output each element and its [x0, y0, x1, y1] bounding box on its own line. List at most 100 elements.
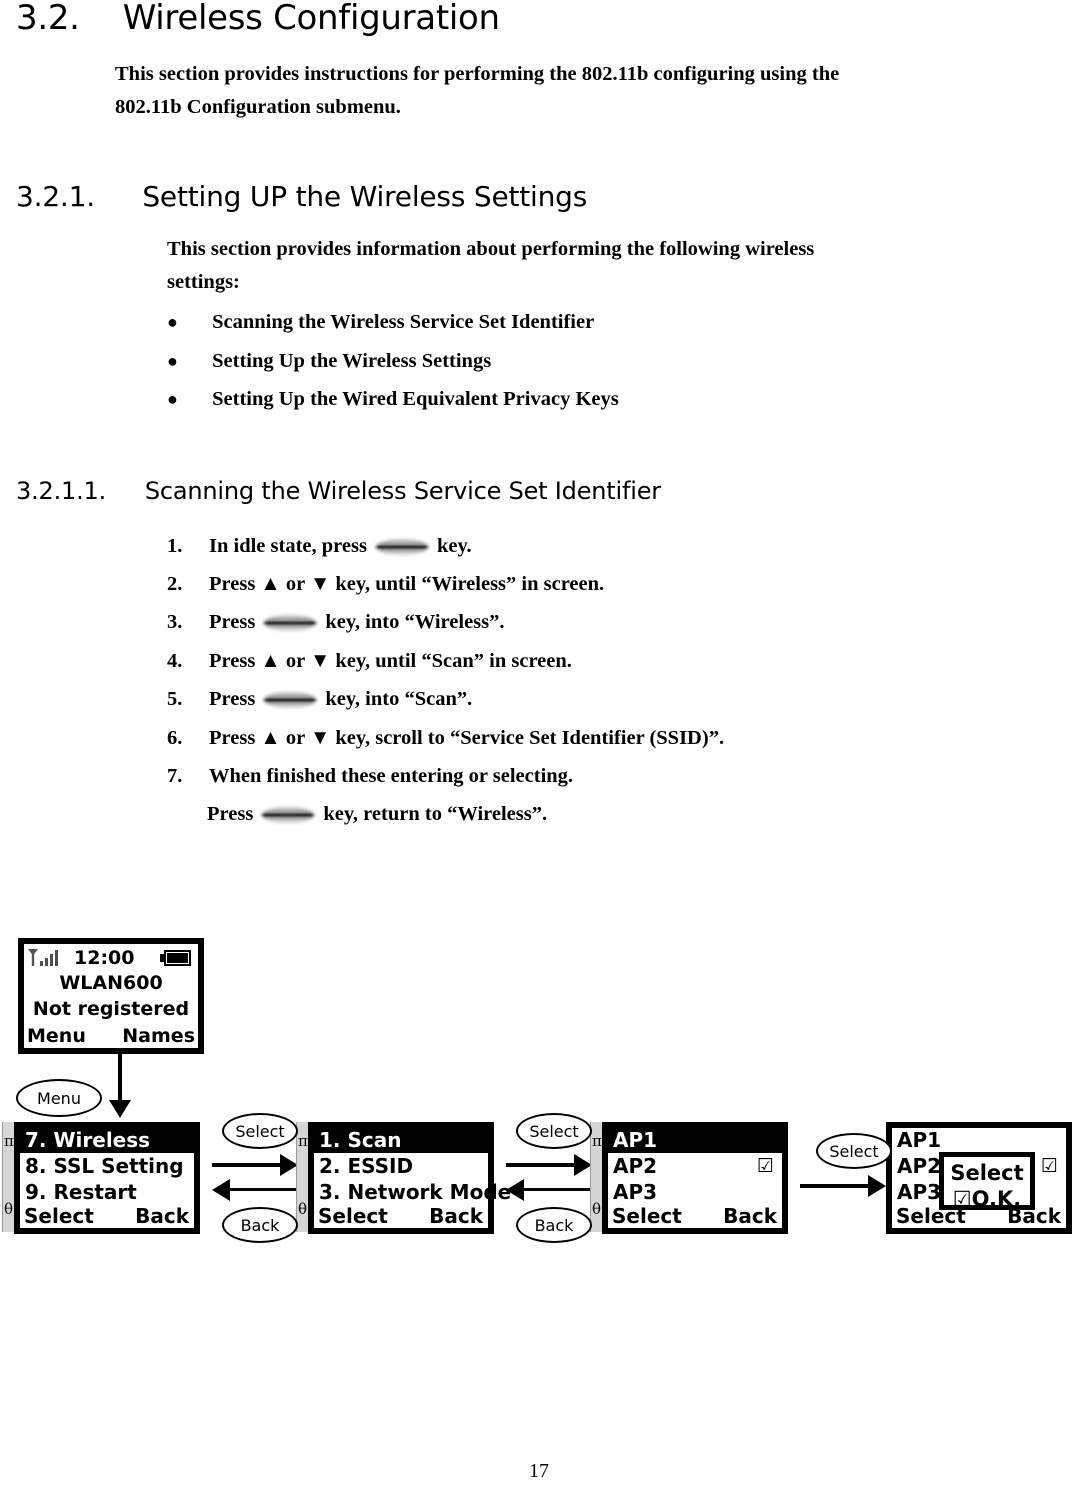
bullet-item-3: ● Setting Up the Wired Equivalent Privac…: [167, 388, 619, 411]
softkey-back[interactable]: Back: [723, 1204, 777, 1228]
menu-row-selected[interactable]: 1. Scan: [313, 1127, 489, 1153]
screen-wireless-menu: 7. Wireless 8. SSL Setting 9. Restart Se…: [14, 1122, 200, 1234]
idle-screen: 12:00 WLAN600 Not registered Menu Names: [18, 938, 204, 1054]
step-1-text-before: In idle state, press: [209, 535, 367, 557]
bullet-icon: ●: [167, 389, 178, 409]
heading-3-2-1-1: 3.2.1.1. Scanning the Wireless Service S…: [16, 477, 661, 505]
battery-fill: [167, 953, 188, 963]
checkbox-checked-icon[interactable]: ☑: [757, 1156, 774, 1176]
menu-row-label: 1. Scan: [319, 1128, 402, 1152]
heading-3-2-number: 3.2.: [16, 0, 80, 38]
ap-row[interactable]: AP2 ☑: [608, 1153, 782, 1179]
idle-softkey-left[interactable]: Menu: [27, 1025, 86, 1047]
softkey-back[interactable]: Back: [135, 1204, 189, 1228]
menu-row[interactable]: 2. ESSID: [314, 1153, 488, 1179]
step-7-text: When finished these entering or selectin…: [209, 765, 574, 787]
callout-select-label: Select: [829, 1141, 879, 1161]
bullet-item-1-label: Scanning the Wireless Service Set Identi…: [212, 311, 595, 333]
menu-row[interactable]: 8. SSL Setting: [20, 1153, 194, 1179]
callout-back-1: Back: [222, 1207, 298, 1243]
bullet-item-3-label: Setting Up the Wired Equivalent Privacy …: [212, 388, 619, 410]
scroll-down-glyph[interactable]: θ: [298, 1200, 307, 1218]
transition-1-left-head: [212, 1179, 230, 1201]
checkbox-checked-icon[interactable]: ☑: [1041, 1156, 1058, 1176]
callout-back-2: Back: [516, 1207, 592, 1243]
callout-back-label: Back: [534, 1215, 574, 1235]
softkey-select[interactable]: Select: [318, 1204, 388, 1228]
softkey-select[interactable]: Select: [24, 1204, 94, 1228]
bullet-item-1: ● Scanning the Wireless Service Set Iden…: [167, 311, 594, 334]
step-6: 6. Press ▲ or ▼ key, scroll to “Service …: [167, 727, 724, 750]
step-2-index: 2.: [167, 573, 183, 595]
callout-back-label: Back: [240, 1215, 280, 1235]
menu-row[interactable]: 9. Restart: [20, 1179, 194, 1205]
transition-2-left-head: [506, 1179, 524, 1201]
callout-select-1: Select: [222, 1113, 298, 1149]
step-4: 4. Press ▲ or ▼ key, until “Scan” in scr…: [167, 650, 572, 673]
ap-row[interactable]: AP1: [892, 1127, 1066, 1153]
idle-status-bar: 12:00: [28, 946, 194, 970]
step-6-index: 6.: [167, 727, 183, 749]
idle-softkey-right[interactable]: Names: [122, 1025, 195, 1047]
step-3-text-before: Press: [209, 611, 256, 633]
scroll-up-glyph[interactable]: π: [298, 1132, 308, 1150]
bullet-icon: ●: [167, 351, 178, 371]
softkey-back[interactable]: Back: [429, 1204, 483, 1228]
signal-bar-3: [50, 954, 53, 966]
battery-full-icon: [160, 950, 192, 966]
menu-softkeys: Select Back: [24, 1204, 189, 1228]
step-5: 5. Press key, into “Scan”.: [167, 688, 472, 711]
callout-menu: Menu: [16, 1079, 102, 1117]
scroll-down-glyph[interactable]: θ: [4, 1200, 13, 1218]
antenna-icon: [28, 949, 38, 966]
section-3-2-1-paragraph-line2: settings:: [167, 271, 240, 293]
step-5-index: 5.: [167, 688, 183, 710]
nav-key-icon: [260, 803, 317, 826]
section-3-2-paragraph-line2: 802.11b Configuration submenu.: [115, 96, 401, 118]
ap-softkeys: Select Back: [612, 1204, 777, 1228]
ap-row-label: AP3: [897, 1180, 942, 1204]
signal-bars-icon: [28, 949, 62, 967]
callout-select-2: Select: [516, 1113, 592, 1149]
section-3-2-1-paragraph: This section provides information about …: [167, 233, 1067, 299]
callout-select-label: Select: [235, 1121, 285, 1141]
step-6-text: Press ▲ or ▼ key, scroll to “Service Set…: [209, 727, 725, 749]
ap-row-label: AP1: [613, 1128, 658, 1152]
idle-softkeys: Menu Names: [27, 1025, 195, 1047]
menu-row-label: 2. ESSID: [319, 1154, 414, 1178]
menu-row-selected[interactable]: 7. Wireless: [19, 1127, 195, 1153]
ap-row-label: AP2: [613, 1154, 658, 1178]
step-3: 3. Press key, into “Wireless”.: [167, 611, 505, 634]
step-3-text-after: key, into “Wireless”.: [325, 611, 505, 633]
popup-title: Select: [950, 1161, 1024, 1185]
scroll-up-glyph[interactable]: π: [4, 1132, 14, 1150]
menu-row-label: 9. Restart: [25, 1180, 137, 1204]
heading-3-2-1-title: Setting UP the Wireless Settings: [142, 180, 588, 213]
transition-1-right-line: [212, 1163, 282, 1167]
transition-2-right-line: [506, 1163, 576, 1167]
signal-bar-1: [40, 961, 43, 966]
softkey-select[interactable]: Select: [612, 1204, 682, 1228]
ap-row-label: AP1: [897, 1128, 942, 1152]
heading-3-2-title: Wireless Configuration: [122, 0, 500, 38]
menu-row[interactable]: 3. Network Mode: [314, 1179, 511, 1205]
step-7-index: 7.: [167, 765, 183, 787]
bullet-item-2-label: Setting Up the Wireless Settings: [212, 350, 492, 372]
scroll-down-glyph[interactable]: θ: [592, 1200, 601, 1218]
step-7-continuation-before: Press: [207, 803, 254, 825]
ap-row-selected[interactable]: AP1: [607, 1127, 783, 1153]
step-1-index: 1.: [167, 535, 183, 557]
flow-connector-vertical: [118, 1054, 122, 1104]
screen-wireless-submenu: 1. Scan 2. ESSID 3. Network Mode Select …: [308, 1122, 511, 1234]
scroll-up-glyph[interactable]: π: [592, 1132, 602, 1150]
heading-3-2-1: 3.2.1. Setting UP the Wireless Settings: [16, 180, 587, 213]
step-1-text-after: key.: [436, 535, 472, 557]
transition-3-right-head: [868, 1175, 886, 1197]
bullet-item-2: ● Setting Up the Wireless Settings: [167, 350, 491, 373]
ap-row[interactable]: AP3: [608, 1179, 782, 1205]
popup-ok-option[interactable]: ☑O.K.: [944, 1187, 1030, 1211]
idle-clock: 12:00: [74, 947, 135, 969]
section-3-2-paragraph-line1: This section provides instructions for p…: [115, 63, 840, 85]
step-5-text-before: Press: [209, 688, 256, 710]
signal-bar-2: [45, 958, 48, 966]
